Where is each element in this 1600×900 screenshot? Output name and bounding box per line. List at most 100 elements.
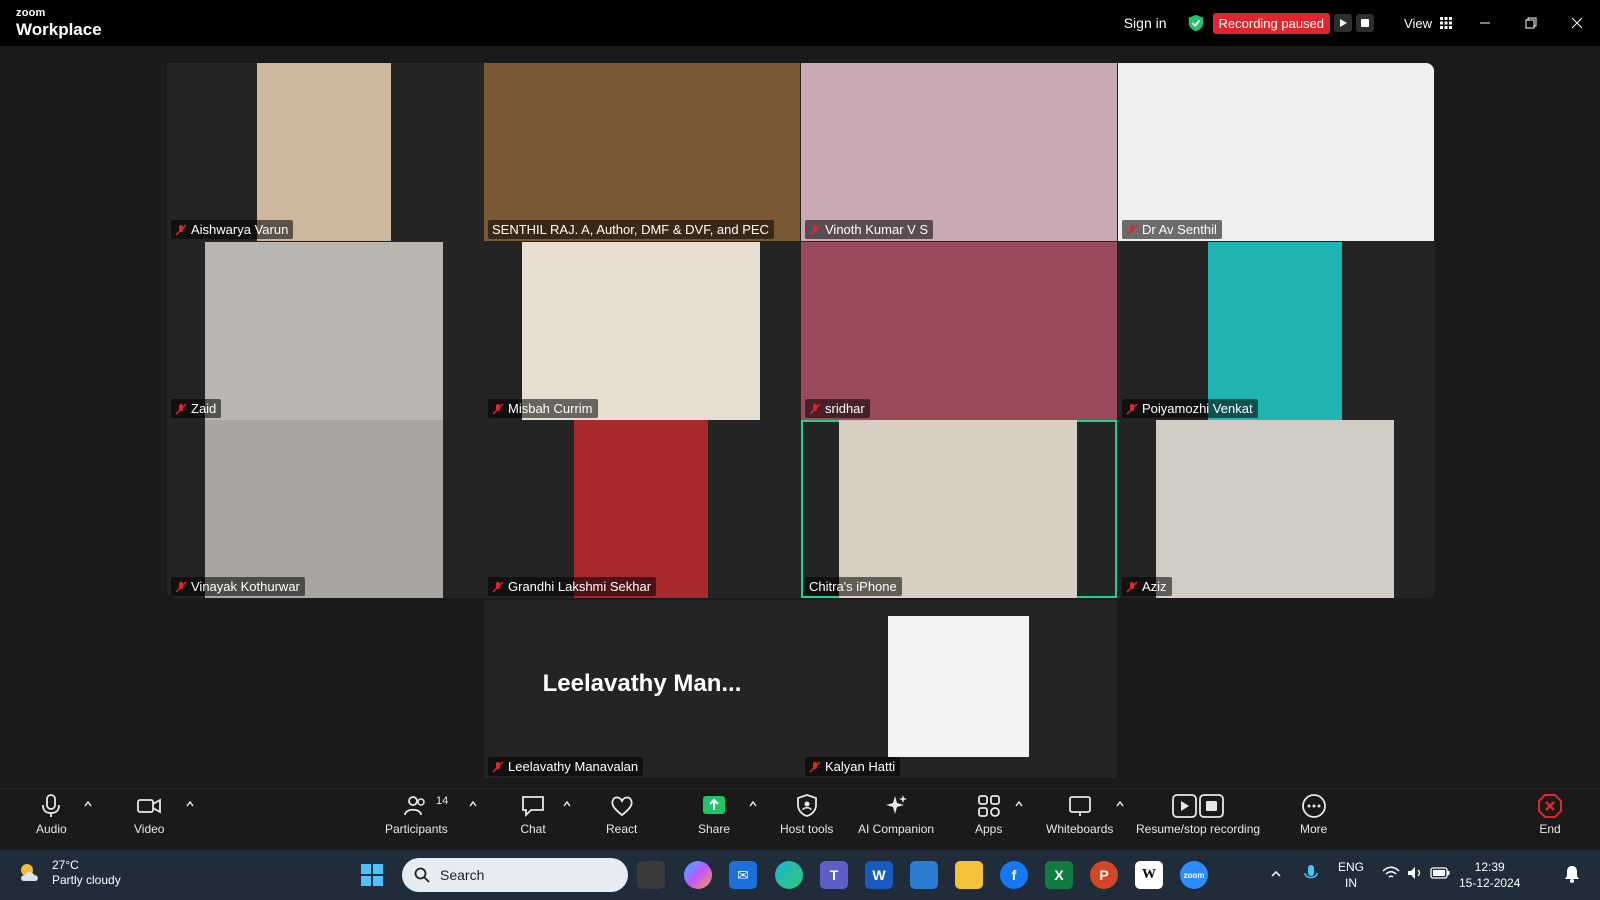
participant-tile[interactable]: Dr Av Senthil bbox=[1118, 63, 1434, 241]
task-view-icon[interactable] bbox=[637, 861, 665, 889]
host-tools-button[interactable]: Host tools bbox=[780, 793, 833, 836]
clock[interactable]: 12:39 15-12-2024 bbox=[1459, 859, 1520, 891]
zoom-app-icon[interactable]: zoom bbox=[1180, 861, 1208, 889]
volume-icon[interactable] bbox=[1406, 865, 1424, 881]
restore-button[interactable] bbox=[1508, 0, 1554, 46]
apps-button[interactable]: Apps bbox=[975, 793, 1002, 836]
mail-icon[interactable]: ✉ bbox=[729, 861, 757, 889]
participant-tile[interactable]: Vinoth Kumar V S bbox=[801, 63, 1117, 241]
participant-name-tag: Zaid bbox=[171, 399, 222, 418]
notification-bell-icon[interactable] bbox=[1564, 865, 1580, 883]
chevron-up-icon[interactable] bbox=[1115, 799, 1125, 809]
file-explorer-icon[interactable] bbox=[955, 861, 983, 889]
excel-icon[interactable]: X bbox=[1045, 861, 1073, 889]
video-feed bbox=[484, 63, 800, 241]
zoom-workplace-logo: zoom Workplace bbox=[16, 8, 102, 39]
grid-icon bbox=[1440, 17, 1452, 29]
participant-tile[interactable]: sridhar bbox=[801, 242, 1117, 420]
participant-tile[interactable]: Poiyamozhi Venkat bbox=[1118, 242, 1434, 420]
ai-companion-button[interactable]: AI Companion bbox=[858, 793, 934, 836]
edge-browser-icon[interactable] bbox=[775, 861, 803, 889]
minimize-button[interactable] bbox=[1462, 0, 1508, 46]
microphone-in-use-icon[interactable] bbox=[1303, 864, 1319, 884]
word-icon[interactable]: W bbox=[865, 861, 893, 889]
chevron-up-icon[interactable] bbox=[1270, 868, 1282, 880]
minimize-icon bbox=[1480, 22, 1490, 24]
participant-tile[interactable]: SENTHIL RAJ. A, Author, DMF & DVF, and P… bbox=[484, 63, 800, 241]
participant-tile-active-speaker[interactable]: Chitra's iPhone bbox=[801, 420, 1117, 598]
video-feed bbox=[522, 242, 760, 420]
encryption-shield-icon[interactable] bbox=[1187, 14, 1205, 32]
chat-button[interactable]: Chat bbox=[520, 793, 546, 836]
teams-icon[interactable]: T bbox=[820, 861, 848, 889]
participant-tile[interactable]: Misbah Currim bbox=[484, 242, 800, 420]
participant-name: Aishwarya Varun bbox=[191, 222, 289, 237]
chevron-up-icon[interactable] bbox=[83, 799, 93, 809]
participant-name-tag: Vinoth Kumar V S bbox=[805, 220, 934, 239]
chevron-up-icon[interactable] bbox=[468, 799, 478, 809]
video-feed bbox=[205, 420, 443, 598]
chevron-up-icon[interactable] bbox=[1014, 799, 1024, 809]
audio-label: Audio bbox=[36, 822, 67, 836]
weather-widget[interactable]: 27°C Partly cloudy bbox=[16, 858, 121, 888]
participants-label: Participants bbox=[385, 822, 448, 836]
end-meeting-button[interactable]: End bbox=[1537, 793, 1563, 836]
video-feed bbox=[801, 63, 1117, 241]
video-feed bbox=[888, 616, 1029, 757]
facebook-icon[interactable]: f bbox=[1000, 861, 1028, 889]
participant-tile[interactable]: Zaid bbox=[167, 242, 483, 420]
participant-tile[interactable]: Grandhi Lakshmi Sekhar bbox=[484, 420, 800, 598]
video-feed bbox=[1118, 63, 1434, 241]
copilot-icon[interactable] bbox=[684, 861, 712, 889]
sign-in-link[interactable]: Sign in bbox=[1124, 15, 1167, 31]
close-window-button[interactable] bbox=[1554, 0, 1600, 46]
video-label: Video bbox=[134, 822, 165, 836]
share-button[interactable]: Share bbox=[698, 793, 730, 836]
end-call-icon bbox=[1538, 794, 1562, 818]
participant-tile[interactable]: Vinayak Kothurwar bbox=[167, 420, 483, 598]
participant-name: Vinayak Kothurwar bbox=[191, 579, 300, 594]
search-placeholder: Search bbox=[440, 867, 485, 883]
restore-icon bbox=[1525, 17, 1537, 29]
muted-mic-icon bbox=[175, 402, 187, 415]
chevron-up-icon[interactable] bbox=[562, 799, 572, 809]
video-feed bbox=[257, 63, 391, 241]
wifi-icon[interactable] bbox=[1382, 865, 1400, 881]
more-button[interactable]: More bbox=[1300, 793, 1327, 836]
date: 15-12-2024 bbox=[1459, 876, 1521, 890]
resume-stop-recording-button[interactable]: Resume/stop recording bbox=[1136, 793, 1260, 836]
chat-label: Chat bbox=[520, 822, 546, 836]
stop-recording-button[interactable] bbox=[1356, 14, 1375, 32]
windows-start-icon[interactable] bbox=[360, 863, 384, 887]
participants-count-badge: 14 bbox=[436, 795, 449, 807]
participant-tile[interactable]: Leelavathy Man... Leelavathy Manavalan bbox=[484, 600, 800, 778]
wikipedia-icon[interactable]: W bbox=[1135, 861, 1163, 889]
battery-icon[interactable] bbox=[1430, 866, 1450, 880]
store-icon[interactable] bbox=[910, 861, 938, 889]
chevron-up-icon[interactable] bbox=[185, 799, 195, 809]
share-label: Share bbox=[698, 822, 731, 836]
stop-icon bbox=[1361, 19, 1370, 27]
language-indicator[interactable]: ENG IN bbox=[1338, 859, 1364, 891]
react-button[interactable]: React bbox=[606, 793, 637, 836]
participant-name: SENTHIL RAJ. A, Author, DMF & DVF, and P… bbox=[492, 222, 769, 237]
microphone-icon bbox=[42, 794, 61, 817]
powerpoint-icon[interactable]: P bbox=[1090, 861, 1118, 889]
taskbar-search[interactable]: Search bbox=[402, 858, 628, 892]
share-screen-icon bbox=[703, 796, 726, 814]
chevron-up-icon[interactable] bbox=[748, 799, 758, 809]
video-button[interactable]: Video bbox=[134, 793, 164, 836]
view-button[interactable]: View bbox=[1404, 16, 1452, 31]
whiteboards-button[interactable]: Whiteboards bbox=[1046, 793, 1113, 836]
participant-tile[interactable]: Aishwarya Varun bbox=[167, 63, 483, 241]
participant-tile[interactable]: Kalyan Hatti bbox=[801, 600, 1117, 778]
ai-companion-label: AI Companion bbox=[858, 822, 935, 836]
whiteboards-label: Whiteboards bbox=[1046, 822, 1114, 836]
audio-button[interactable]: Audio bbox=[36, 793, 67, 836]
resume-recording-button[interactable] bbox=[1334, 14, 1353, 32]
camera-icon bbox=[137, 798, 162, 814]
participant-name-tag: Poiyamozhi Venkat bbox=[1122, 399, 1258, 418]
participant-tile[interactable]: Aziz bbox=[1118, 420, 1434, 598]
participant-name-tag: Aishwarya Varun bbox=[171, 220, 294, 239]
heart-icon bbox=[611, 796, 633, 817]
